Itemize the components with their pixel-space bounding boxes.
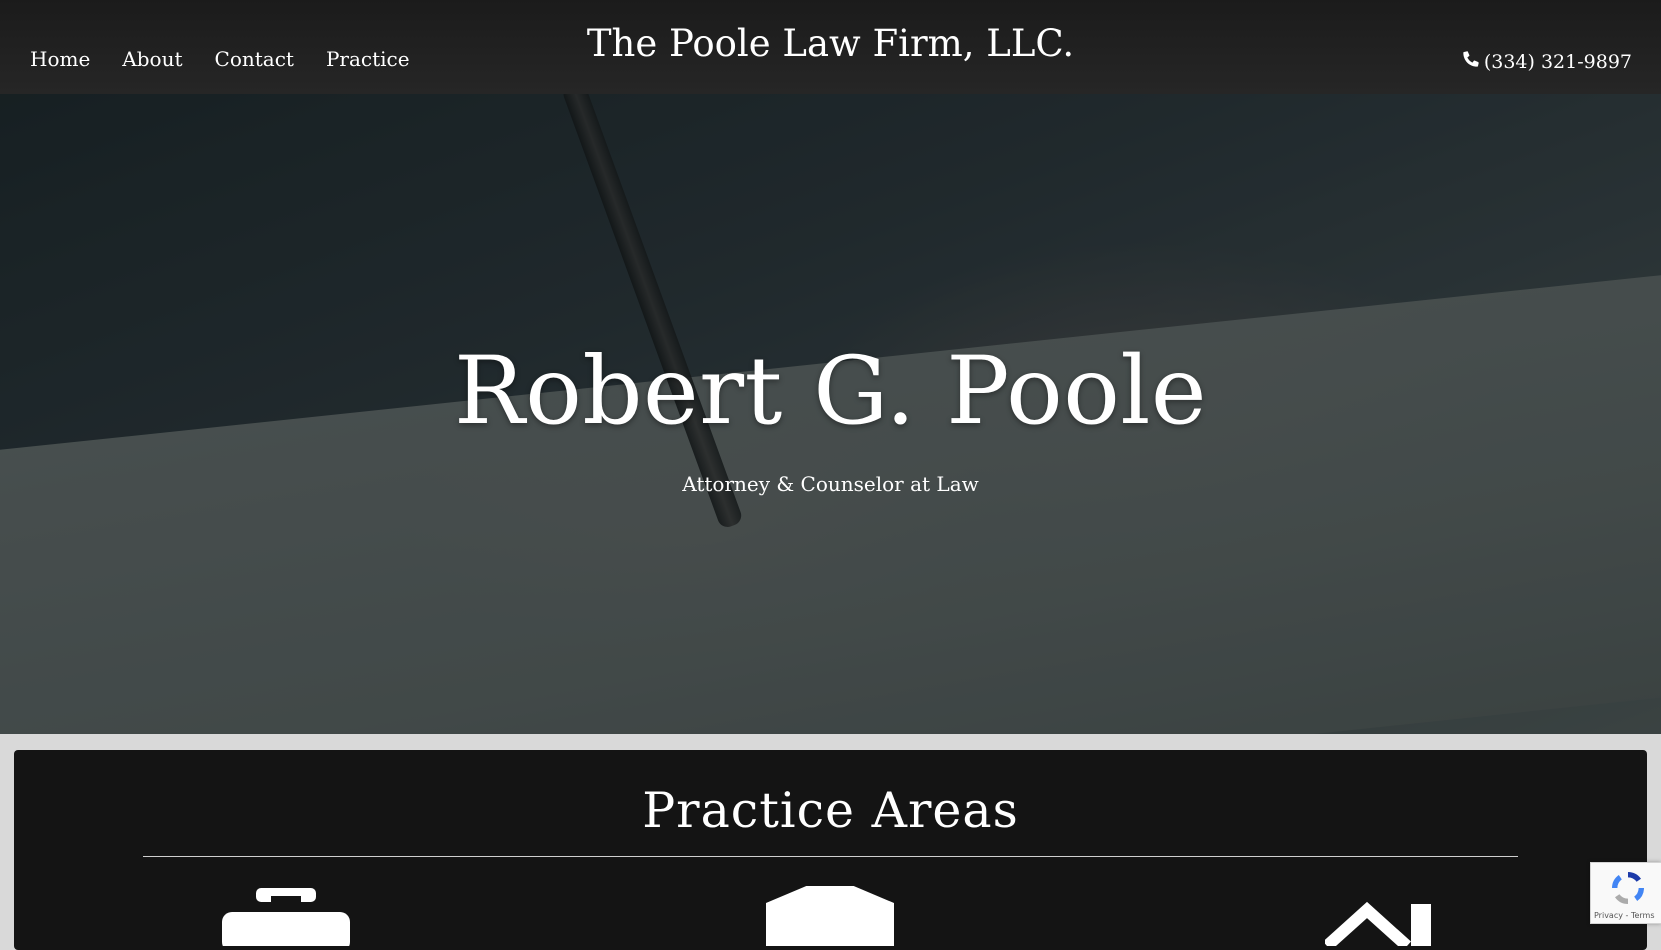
practice-divider [143, 856, 1518, 857]
hero-section: Robert G. Poole Attorney & Counselor at … [0, 94, 1661, 734]
practice-areas-title: Practice Areas [642, 782, 1019, 839]
hero-subtitle: Attorney & Counselor at Law [682, 472, 979, 496]
recaptcha-terms[interactable]: Privacy - Terms [1594, 911, 1655, 920]
phone-number: (334) 321-9897 [1483, 50, 1632, 73]
navbar: Home About Contact Practice The Poole La… [0, 0, 1661, 94]
hero-content: Robert G. Poole Attorney & Counselor at … [0, 94, 1661, 734]
phone-icon [1461, 49, 1481, 74]
hero-title: Robert G. Poole [453, 337, 1208, 446]
house-icon[interactable] [1322, 886, 1455, 950]
graduation-cap-icon[interactable] [765, 876, 895, 946]
phone-link[interactable]: (334) 321-9897 [1461, 49, 1632, 74]
practice-areas-panel: Practice Areas [14, 750, 1647, 950]
site-brand[interactable]: The Poole Law Firm, LLC. [0, 22, 1661, 65]
briefcase-icon[interactable] [221, 886, 351, 950]
recaptcha-badge[interactable]: Privacy - Terms [1590, 862, 1661, 924]
